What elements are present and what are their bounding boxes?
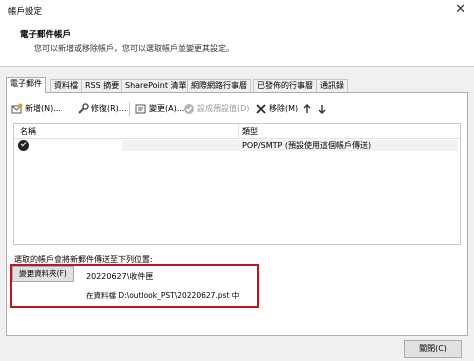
remove-x-icon	[255, 103, 267, 115]
tab-address-books[interactable]: 通訊錄	[316, 79, 348, 92]
change-account-label: 變更(A)...	[149, 104, 185, 113]
default-account-check-icon	[18, 140, 29, 151]
tab-internet-calendars[interactable]: 網際網路行事曆	[187, 79, 251, 92]
tab-published-calendars[interactable]: 已發佈的行事曆	[253, 79, 317, 92]
header-description: 您可以新增或移除帳戶，您可以選取帳戶並變更其設定。	[34, 44, 234, 53]
change-account-button[interactable]: 變更(A)...	[135, 101, 184, 117]
delivery-folder-name: 20220627\收件匣	[86, 272, 154, 281]
repair-account-label: 修復(R)...	[91, 104, 127, 113]
tab-rss-feeds[interactable]: RSS 摘要	[81, 79, 124, 92]
column-divider[interactable]	[238, 124, 239, 138]
table-row[interactable]: POP/SMTP (預設使用這個帳戶傳送)	[14, 139, 460, 153]
tab-email[interactable]: 電子郵件	[6, 77, 46, 93]
arrow-down-icon	[316, 103, 328, 115]
arrow-up-icon	[301, 103, 313, 115]
wrench-icon	[77, 103, 89, 115]
title-bar: 帳戶設定 ✕	[0, 0, 474, 23]
tab-data-files[interactable]: 資料檔	[50, 79, 82, 92]
tab-strip: 電子郵件 資料檔 RSS 摘要 SharePoint 清單 網際網路行事曆 已發…	[6, 77, 466, 93]
set-default-button[interactable]: 設成預設值(D)	[183, 101, 249, 117]
column-header-type[interactable]: 類型	[242, 126, 258, 137]
remove-account-label: 移除(M)	[269, 104, 299, 113]
tab-sharepoint-lists[interactable]: SharePoint 清單	[121, 79, 191, 92]
delivery-folder-path: 在資料檔 D:\outlook_PST\20220627.pst 中	[86, 291, 240, 300]
change-account-icon	[135, 103, 147, 115]
account-list[interactable]: 名稱 類型 POP/SMTP (預設使用這個帳戶傳送)	[13, 123, 461, 245]
window-title: 帳戶設定	[8, 7, 43, 17]
new-account-label: 新增(N)...	[25, 104, 61, 113]
repair-account-button[interactable]: 修復(R)...	[77, 101, 126, 117]
dialog-header: 電子郵件帳戶 您可以新增或移除帳戶，您可以選取帳戶並變更其設定。	[0, 22, 474, 67]
header-heading: 電子郵件帳戶	[20, 30, 72, 40]
set-default-label: 設成預設值(D)	[197, 104, 250, 113]
list-header: 名稱 類型	[14, 124, 460, 139]
remove-account-button[interactable]: 移除(M)	[255, 101, 298, 117]
toolbar-separator	[129, 102, 130, 116]
close-window-icon[interactable]: ✕	[455, 2, 466, 17]
account-type-cell: POP/SMTP (預設使用這個帳戶傳送)	[242, 141, 372, 150]
change-folder-button[interactable]: 變更資料夾(F)	[12, 266, 74, 282]
column-header-name[interactable]: 名稱	[20, 126, 36, 137]
move-up-button[interactable]	[301, 101, 315, 117]
new-mail-icon	[11, 103, 23, 115]
move-down-button[interactable]	[316, 101, 330, 117]
close-button[interactable]: 關閉(C)	[404, 340, 462, 358]
new-account-button[interactable]: 新增(N)...	[11, 101, 61, 117]
account-toolbar: 新增(N)... 修復(R)... 變更(A)... 設成預設值(D) 移除(M…	[11, 101, 463, 117]
default-check-icon	[183, 103, 195, 115]
